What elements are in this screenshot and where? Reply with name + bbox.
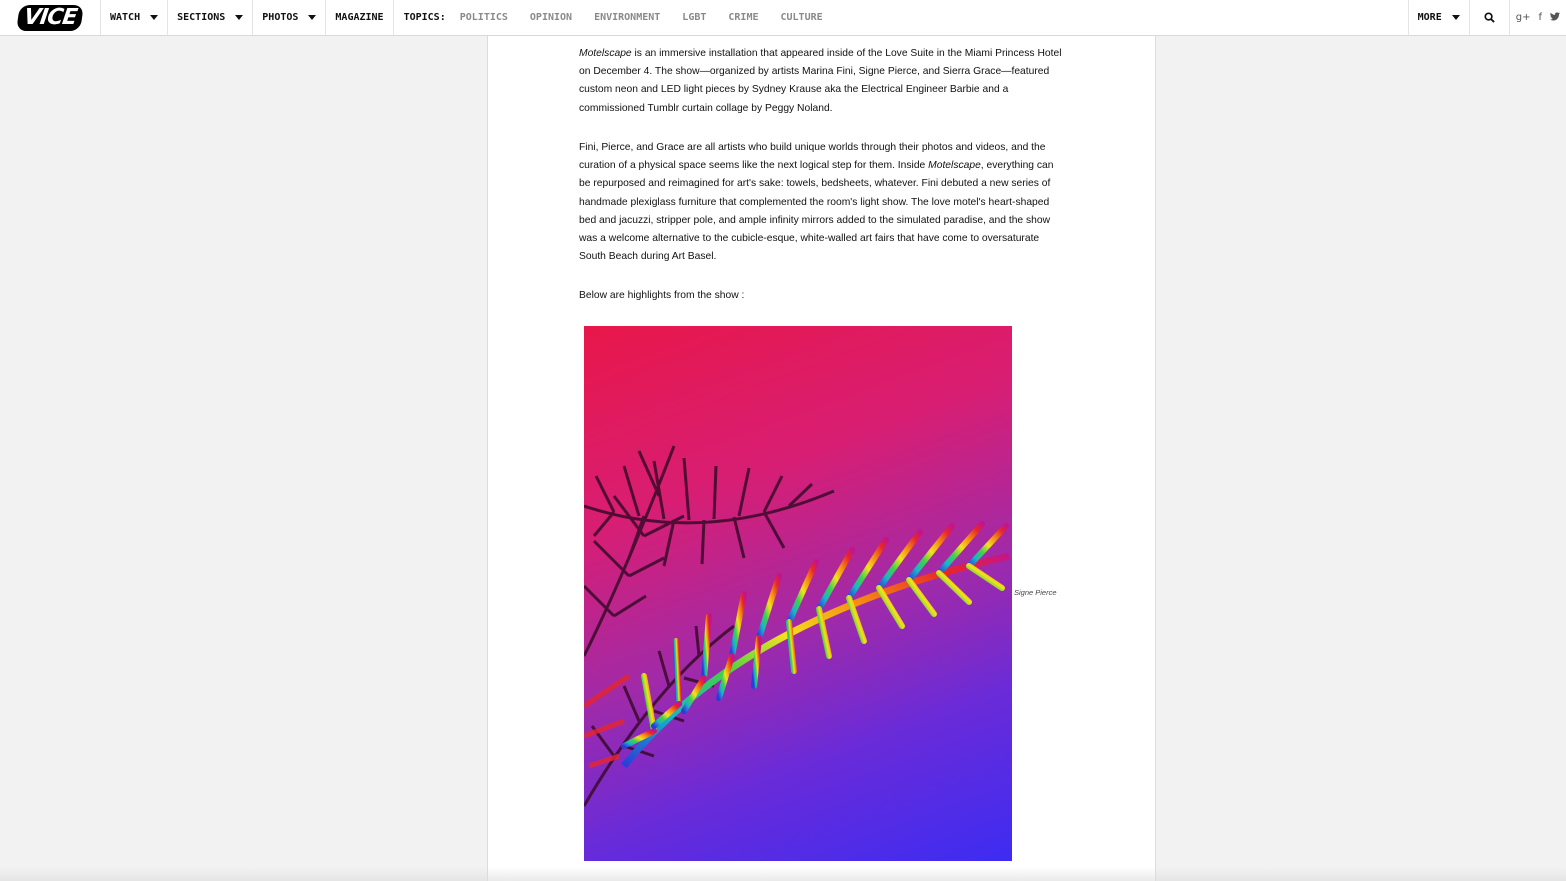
article-paragraph-1: Motelscape is an immersive installation … <box>579 45 1067 118</box>
topic-lgbt[interactable]: LGBT <box>682 12 706 23</box>
article-paragraph-2: Fini, Pierce, and Grace are all artists … <box>579 139 1067 266</box>
more-menu-button[interactable]: MORE <box>1407 0 1470 35</box>
topics-label: TOPICS: <box>403 12 446 23</box>
vice-logo[interactable]: VICE <box>0 0 101 35</box>
paragraph-text: is an immersive installation that appear… <box>579 48 1062 114</box>
nav-item-photos[interactable]: PHOTOS <box>253 0 327 35</box>
paragraph-text: , everything can be repurposed and reima… <box>579 160 1054 263</box>
article-body: Motelscape is an immersive installation … <box>487 36 1156 881</box>
bottom-shadow <box>0 867 1566 881</box>
caret-down-icon <box>235 15 244 20</box>
nav-item-watch[interactable]: WATCH <box>101 0 169 35</box>
caret-down-icon <box>1451 15 1460 20</box>
topic-crime[interactable]: CRIME <box>728 12 758 23</box>
search-button[interactable] <box>1470 0 1510 35</box>
google-plus-icon[interactable]: g+ <box>1516 12 1531 23</box>
caret-down-icon <box>308 15 317 20</box>
nav-item-label: MAGAZINE <box>335 12 384 23</box>
show-title: Motelscape <box>579 48 632 59</box>
facebook-icon[interactable]: f <box>1538 12 1542 23</box>
logo-text: VICE <box>15 4 85 31</box>
topic-politics[interactable]: POLITICS <box>460 12 508 23</box>
topic-culture[interactable]: CULTURE <box>781 12 823 23</box>
more-label: MORE <box>1417 12 1442 23</box>
article-paragraph-3: Below are highlights from the show : <box>579 290 745 301</box>
nav-item-label: PHOTOS <box>262 12 299 23</box>
top-navigation-bar: VICE WATCH SECTIONS PHOTOS MAGAZINE TOPI… <box>0 0 1566 36</box>
twitter-icon[interactable] <box>1550 11 1560 24</box>
twitter-bird-icon <box>1550 11 1560 21</box>
photo-caption: Signe Pierce <box>1014 588 1057 597</box>
topic-environment[interactable]: ENVIRONMENT <box>594 12 660 23</box>
nav-item-sections[interactable]: SECTIONS <box>168 0 254 35</box>
article-photo[interactable] <box>584 326 1012 861</box>
palm-leaves-illustration <box>584 445 1010 807</box>
show-title: Motelscape <box>928 160 981 172</box>
nav-item-magazine[interactable]: MAGAZINE <box>326 0 394 35</box>
caret-down-icon <box>150 15 159 20</box>
topic-opinion[interactable]: OPINION <box>530 12 572 23</box>
nav-item-label: SECTIONS <box>177 12 226 23</box>
social-links: g+ f <box>1510 0 1566 35</box>
search-icon <box>1484 12 1495 23</box>
topics-bar: TOPICS: POLITICS OPINION ENVIRONMENT LGB… <box>394 0 845 35</box>
nav-item-label: WATCH <box>110 12 141 23</box>
